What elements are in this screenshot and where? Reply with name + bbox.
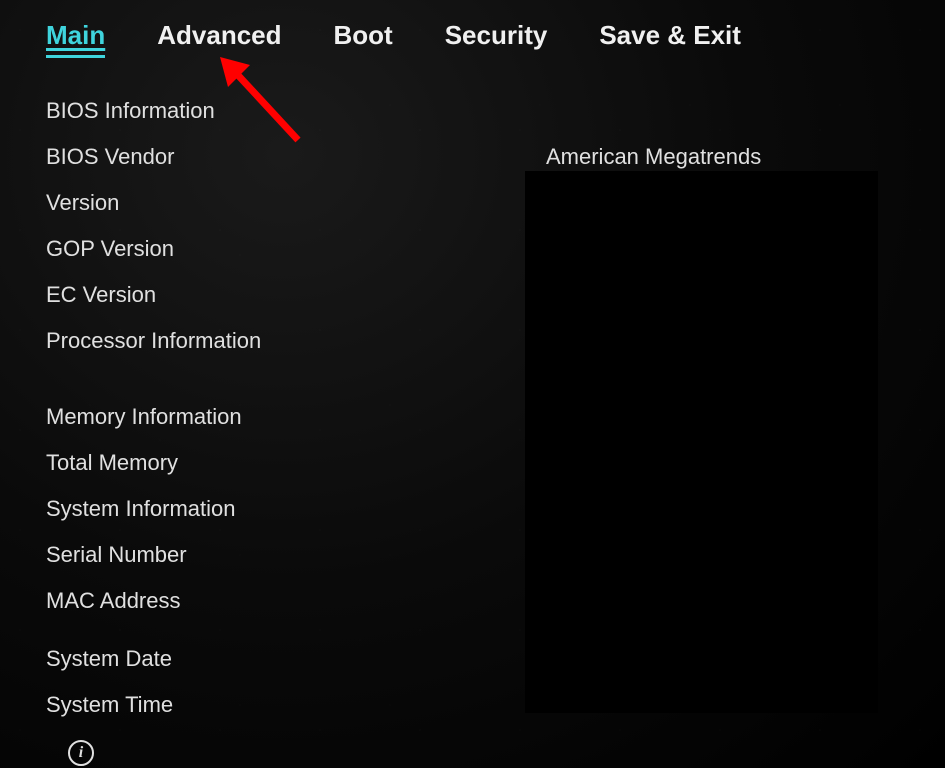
system-time-label: System Time — [46, 692, 546, 718]
total-memory-label: Total Memory — [46, 450, 546, 476]
redacted-values-block — [525, 171, 878, 713]
tab-bar: Main Advanced Boot Security Save & Exit — [0, 0, 945, 58]
tab-boot[interactable]: Boot — [334, 20, 393, 55]
version-label: Version — [46, 190, 546, 216]
system-date-label: System Date — [46, 646, 546, 672]
tab-security[interactable]: Security — [445, 20, 548, 55]
serial-number-label: Serial Number — [46, 542, 546, 568]
tab-advanced[interactable]: Advanced — [157, 20, 281, 55]
processor-information-header: Processor Information — [46, 328, 546, 354]
gop-version-label: GOP Version — [46, 236, 546, 262]
memory-information-header: Memory Information — [46, 404, 546, 430]
tab-main[interactable]: Main — [46, 20, 105, 58]
bios-vendor-value: American Megatrends — [546, 144, 761, 170]
mac-address-label: MAC Address — [46, 588, 546, 614]
system-information-header: System Information — [46, 496, 546, 522]
bios-information-header: BIOS Information — [46, 98, 546, 124]
info-icon[interactable] — [68, 740, 94, 766]
ec-version-label: EC Version — [46, 282, 546, 308]
bios-vendor-label: BIOS Vendor — [46, 144, 546, 170]
tab-save-exit[interactable]: Save & Exit — [599, 20, 741, 55]
bios-vendor-row: BIOS Vendor American Megatrends — [46, 144, 945, 170]
bios-information-header-row: BIOS Information — [46, 98, 945, 124]
